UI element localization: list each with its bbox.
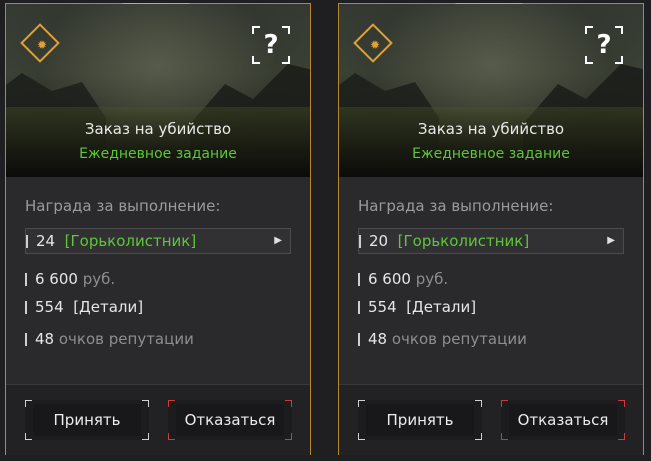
reward-parts-name: [Детали] [406,298,477,316]
reward-item-count: 20 [369,232,389,250]
reward-item-name: [Горьколистник] [64,232,197,250]
mission-subtitle: Ежедневное задание [412,146,570,162]
mission-banner: ✹ ? Заказ на убийство Ежедневное задание [6,4,310,177]
reward-item-row[interactable]: 20 [Горьколистник] ▶ [358,228,624,254]
sun-diamond-icon: ✹ [369,38,381,52]
card-footer: Принять Отказаться [6,384,310,455]
decline-button-label: Отказаться [184,411,276,429]
question-mark-icon: ? [596,30,612,60]
help-button[interactable]: ? [252,26,290,64]
mission-title: Заказ на убийство [417,120,565,138]
reward-reputation-value: 48 [368,330,388,348]
triangle-right-icon: ▶ [274,235,282,246]
reward-reputation-value: 48 [35,330,55,348]
help-button[interactable]: ? [585,26,623,64]
mission-card: ✹ ? Заказ на убийство Ежедневное задание… [338,3,644,455]
reward-reputation-unit: очков репутации [58,330,194,348]
reward-item-name: [Горьколистник] [397,232,530,250]
reward-parts-name: [Детали] [73,298,144,316]
reward-heading: Награда за выполнение: [358,197,554,215]
accept-button[interactable]: Принять [25,400,149,440]
decline-button[interactable]: Отказаться [168,400,292,440]
reward-money-unit: руб. [415,270,449,288]
reward-money-value: 6 600 [35,270,78,288]
accept-button-label: Принять [386,411,454,429]
accept-button[interactable]: Принять [358,400,482,440]
reward-parts-value: 554 [35,298,64,316]
decline-button[interactable]: Отказаться [501,400,625,440]
sun-diamond-icon: ✹ [36,38,48,52]
reward-parts-value: 554 [368,298,397,316]
mission-banner: ✹ ? Заказ на убийство Ежедневное задание [339,4,643,177]
reward-money-value: 6 600 [368,270,411,288]
card-footer: Принять Отказаться [339,384,643,455]
reward-heading: Награда за выполнение: [25,197,221,215]
reward-item-row[interactable]: 24 [Горьколистник] ▶ [25,228,291,254]
reward-item-count: 24 [36,232,56,250]
reward-reputation-unit: очков репутации [391,330,527,348]
accept-button-label: Принять [53,411,121,429]
mission-subtitle: Ежедневное задание [79,146,237,162]
question-mark-icon: ? [263,30,279,60]
mission-card: ✹ ? Заказ на убийство Ежедневное задание… [5,3,311,455]
mission-title: Заказ на убийство [84,120,232,138]
reward-money-unit: руб. [82,270,116,288]
decline-button-label: Отказаться [517,411,609,429]
triangle-right-icon: ▶ [607,235,615,246]
